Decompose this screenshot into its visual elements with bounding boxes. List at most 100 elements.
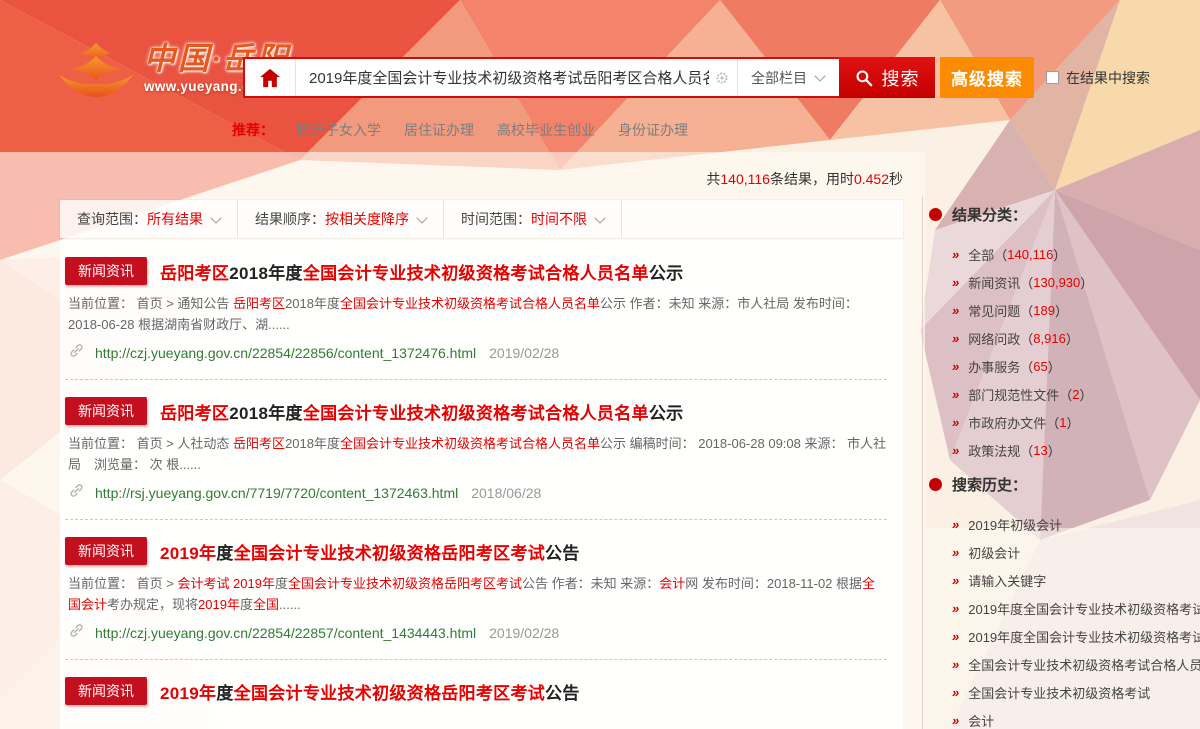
result-category-badge[interactable]: 新闻资讯: [65, 257, 147, 285]
result-link-row: http://rsj.yueyang.gov.cn/7719/7720/cont…: [68, 482, 887, 504]
filter-label: 查询范围：: [77, 209, 147, 229]
home-button[interactable]: [245, 59, 296, 96]
sidebar-item-label: 网络问政: [968, 329, 1020, 348]
paren-open: （: [994, 245, 1007, 264]
result-title-link[interactable]: 岳阳考区2018年度全国会计专业技术初级资格考试合格人员名单公示: [160, 259, 683, 284]
advanced-search-button[interactable]: 高级搜索: [940, 57, 1034, 98]
arrow-right-icon: »: [952, 275, 959, 290]
in-results-label: 在结果中搜索: [1066, 68, 1150, 88]
filter-scope[interactable]: 查询范围：所有结果: [60, 200, 238, 238]
result-date: 2019/02/28: [489, 625, 559, 641]
sidebar-category-item[interactable]: »新闻资讯（130,930）: [952, 268, 1200, 296]
search-in-results: 在结果中搜索: [1046, 57, 1150, 98]
sidebar-item-label: 常见问题: [968, 301, 1020, 320]
result-item: 新闻资讯岳阳考区2018年度全国会计专业技术初级资格考试合格人员名单公示当前位置…: [65, 380, 887, 520]
result-title-row: 新闻资讯 2019年度全国会计专业技术初级资格岳阳考区考试公告: [65, 677, 887, 705]
result-title-row: 新闻资讯岳阳考区2018年度全国会计专业技术初级资格考试合格人员名单公示: [65, 397, 887, 425]
recommend-link[interactable]: 随迁子女入学: [297, 120, 381, 140]
category-value: 全部栏目: [751, 68, 807, 88]
recommend-link[interactable]: 身份证办理: [618, 120, 688, 140]
meta-time: 0.452: [854, 171, 889, 187]
result-title-row: 新闻资讯 2019年度全国会计专业技术初级资格岳阳考区考试公告: [65, 537, 887, 565]
result-title-link[interactable]: 2019年度全国会计专业技术初级资格岳阳考区考试公告: [160, 539, 580, 564]
sidebar-section-label: 结果分类：: [952, 204, 1027, 225]
sidebar-item-label: 初级会计: [968, 543, 1020, 562]
result-item: 新闻资讯 2019年度全国会计专业技术初级资格岳阳考区考试公告: [65, 660, 887, 726]
filter-time[interactable]: 时间范围：时间不限: [444, 200, 622, 238]
sidebar-item-count: 1: [1059, 415, 1066, 430]
paren-close: ）: [1048, 441, 1061, 460]
sidebar-section-label: 搜索历史：: [952, 474, 1027, 495]
arrow-right-icon: »: [952, 443, 959, 458]
result-url[interactable]: http://czj.yueyang.gov.cn/22854/22857/co…: [95, 625, 476, 641]
paren-close: ）: [1048, 357, 1061, 376]
result-title-link[interactable]: 2019年度全国会计专业技术初级资格岳阳考区考试公告: [160, 679, 580, 704]
link-chain-icon: [68, 482, 85, 504]
sidebar-section-title-category: 结果分类：: [929, 204, 1200, 224]
sidebar-item-label: 全国会计专业技术初级资格考试: [968, 683, 1150, 702]
sidebar-category-item[interactable]: »网络问政（8,916）: [952, 324, 1200, 352]
sidebar-history-item[interactable]: »全国会计专业技术初级资格考试合格人员名单: [952, 650, 1200, 678]
sidebar-item-label: 会计: [968, 711, 994, 729]
recommend-link[interactable]: 居住证办理: [404, 120, 474, 140]
sidebar-history-item[interactable]: »2019年初级会计: [952, 510, 1200, 538]
paren-open: （: [1020, 357, 1033, 376]
filter-order[interactable]: 结果顺序：按相关度降序: [238, 200, 444, 238]
sidebar-history-item[interactable]: »请输入关键字: [952, 566, 1200, 594]
arrow-right-icon: »: [952, 517, 959, 532]
recommend-link[interactable]: 高校毕业生创业: [497, 120, 595, 140]
sidebar-item-label: 2019年度全国会计专业技术初级资格考试: [968, 599, 1200, 618]
category-select[interactable]: 全部栏目: [737, 59, 839, 96]
result-url[interactable]: http://czj.yueyang.gov.cn/22854/22856/co…: [95, 345, 476, 361]
in-results-checkbox[interactable]: [1046, 71, 1059, 84]
result-item: 新闻资讯岳阳考区2018年度全国会计专业技术初级资格考试合格人员名单公示当前位置…: [65, 240, 887, 380]
search-button-label: 搜索: [882, 65, 920, 91]
sidebar-history-item[interactable]: »会计: [952, 706, 1200, 729]
sidebar-item-count: 65: [1033, 359, 1047, 374]
paren-close: ）: [1055, 301, 1068, 320]
arrow-right-icon: »: [952, 685, 959, 700]
sidebar-category-item[interactable]: »政策法规（13）: [952, 436, 1200, 464]
paren-open: （: [1046, 413, 1059, 432]
paren-close: ）: [1080, 273, 1093, 292]
sidebar-category-item[interactable]: »全部（140,116）: [952, 240, 1200, 268]
arrow-right-icon: »: [952, 387, 959, 402]
result-url[interactable]: http://rsj.yueyang.gov.cn/7719/7720/cont…: [95, 485, 458, 501]
search-input[interactable]: [296, 59, 715, 96]
sidebar-section-title-history: 搜索历史：: [929, 474, 1200, 494]
sidebar-category-item[interactable]: »部门规范性文件（2）: [952, 380, 1200, 408]
sidebar-category-item[interactable]: »市政府办文件（1）: [952, 408, 1200, 436]
search-bar: 全部栏目 搜索: [243, 57, 935, 98]
sidebar-item-count: 130,930: [1033, 275, 1080, 290]
sidebar-item-label: 全部: [968, 245, 994, 264]
result-category-badge[interactable]: 新闻资讯: [65, 537, 147, 565]
paren-open: （: [1020, 329, 1033, 348]
link-chain-icon: [68, 342, 85, 364]
result-date: 2019/02/28: [489, 345, 559, 361]
link-chain-icon: [68, 622, 85, 644]
filter-value: 按相关度降序: [325, 209, 409, 229]
sidebar-item-label: 办事服务: [968, 357, 1020, 376]
recommend-links: 随迁子女入学 居住证办理 高校毕业生创业 身份证办理: [297, 120, 688, 140]
sidebar-history-item[interactable]: »初级会计: [952, 538, 1200, 566]
sidebar-history-item[interactable]: »2019年度全国会计专业技术初级资格考试: [952, 594, 1200, 622]
sidebar-category-item[interactable]: » 办事服务（65）: [952, 352, 1200, 380]
sidebar-history-item[interactable]: » 全国会计专业技术初级资格考试: [952, 678, 1200, 706]
result-link-row: http://czj.yueyang.gov.cn/22854/22857/co…: [68, 622, 887, 644]
sidebar-history-item[interactable]: » 2019年度全国会计专业技术初级资格考试: [952, 622, 1200, 650]
sidebar-category-item[interactable]: »常见问题（189）: [952, 296, 1200, 324]
result-category-badge[interactable]: 新闻资讯: [65, 397, 147, 425]
sidebar-item-count: 2: [1072, 387, 1079, 402]
result-category-badge[interactable]: 新闻资讯: [65, 677, 147, 705]
meta-suffix: 秒: [889, 171, 903, 187]
results-list: 新闻资讯岳阳考区2018年度全国会计专业技术初级资格考试合格人员名单公示当前位置…: [60, 240, 903, 729]
result-title-link[interactable]: 岳阳考区2018年度全国会计专业技术初级资格考试合格人员名单公示: [160, 399, 683, 424]
arrow-right-icon: »: [952, 629, 959, 644]
paren-open: （: [1020, 273, 1033, 292]
paren-close: ）: [1053, 245, 1066, 264]
sidebar-item-label: 2019年度全国会计专业技术初级资格考试: [968, 627, 1200, 646]
search-button[interactable]: 搜索: [839, 57, 935, 98]
arrow-right-icon: »: [952, 359, 959, 374]
input-gear-icon[interactable]: [715, 59, 737, 96]
arrow-right-icon: »: [952, 657, 959, 672]
